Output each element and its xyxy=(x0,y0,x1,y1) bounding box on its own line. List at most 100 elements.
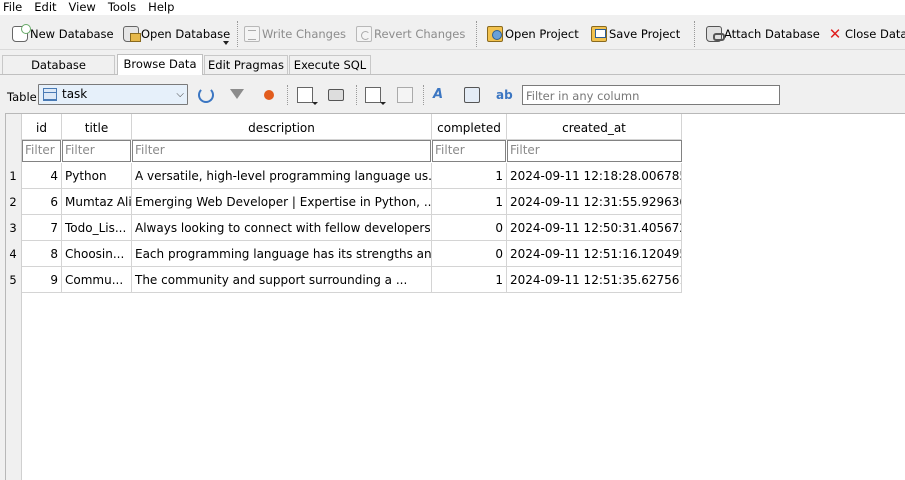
cell-description[interactable]: Always looking to connect with fellow de… xyxy=(132,215,432,241)
write-changes-icon xyxy=(244,26,260,42)
write-changes-button[interactable]: Write Changes xyxy=(244,23,346,45)
cell-id[interactable]: 9 xyxy=(22,267,62,293)
filter-input-created-at[interactable]: Filter xyxy=(507,140,682,162)
attach-database-label: Attach Database xyxy=(724,27,820,41)
filter-input-title[interactable]: Filter xyxy=(62,140,131,162)
cell-description[interactable]: A versatile, high-level programming lang… xyxy=(132,163,432,189)
close-database-label: Close Database xyxy=(845,27,905,41)
tab-bar: Database Structure Browse Data Edit Prag… xyxy=(0,54,905,90)
cell-completed[interactable]: 1 xyxy=(432,267,507,293)
main-toolbar: New Database Open Database Write Changes… xyxy=(0,17,905,50)
cell-completed[interactable]: 0 xyxy=(432,215,507,241)
row-number[interactable]: 2 xyxy=(6,195,20,209)
chevron-down-icon: ⌵ xyxy=(176,89,184,100)
close-icon: ✕ xyxy=(828,25,842,43)
toolbar-separator xyxy=(237,21,238,47)
cell-title[interactable]: Python xyxy=(62,163,132,189)
cell-title[interactable]: Commu... xyxy=(62,267,132,293)
tab-edit-pragmas[interactable]: Edit Pragmas xyxy=(204,55,288,74)
cell-created-at[interactable]: 2024-09-11 12:51:16.120495 xyxy=(507,241,682,267)
column-header-completed[interactable]: completed xyxy=(432,114,507,140)
menu-view[interactable]: View xyxy=(64,0,103,15)
revert-changes-button[interactable]: Revert Changes xyxy=(356,23,465,45)
cell-title[interactable]: Mumtaz Ali xyxy=(62,189,132,215)
toolbar-separator xyxy=(423,85,424,105)
attach-database-icon xyxy=(706,26,725,42)
cell-created-at[interactable]: 2024-09-11 12:18:28.006785 xyxy=(507,163,682,189)
delete-record-icon[interactable] xyxy=(397,87,413,103)
save-table-icon[interactable] xyxy=(297,87,313,103)
cell-description[interactable]: The community and support surrounding a … xyxy=(132,267,432,293)
tab-database-structure[interactable]: Database Structure xyxy=(2,55,115,90)
row-number[interactable]: 4 xyxy=(6,247,20,261)
menu-file[interactable]: File xyxy=(0,0,29,15)
toolbar-separator xyxy=(694,21,695,47)
cell-id[interactable]: 4 xyxy=(22,163,62,189)
write-changes-label: Write Changes xyxy=(262,27,347,41)
new-database-label: New Database xyxy=(30,27,114,41)
open-database-dropdown-arrow[interactable] xyxy=(223,41,229,45)
filter-input-id[interactable]: Filter xyxy=(22,140,61,162)
cell-created-at[interactable]: 2024-09-11 12:31:55.929636 xyxy=(507,189,682,215)
new-database-button[interactable]: New Database xyxy=(12,23,114,45)
cell-id[interactable]: 8 xyxy=(22,241,62,267)
save-table-dropdown-arrow[interactable] xyxy=(312,102,318,105)
column-header-description[interactable]: description xyxy=(132,114,432,140)
column-header-title[interactable]: title xyxy=(62,114,132,140)
menu-bar: File Edit View Tools Help xyxy=(0,0,905,15)
refresh-icon[interactable] xyxy=(198,87,214,103)
cell-completed[interactable]: 1 xyxy=(432,163,507,189)
open-database-button[interactable]: Open Database xyxy=(123,23,230,45)
menu-tools[interactable]: Tools xyxy=(103,0,143,15)
insert-record-icon[interactable] xyxy=(365,87,381,103)
open-database-label: Open Database xyxy=(141,27,231,41)
open-project-button[interactable]: Open Project xyxy=(487,23,579,45)
filter-input-description[interactable]: Filter xyxy=(132,140,431,162)
cell-created-at[interactable]: 2024-09-11 12:51:35.627561 xyxy=(507,267,682,293)
cell-title[interactable]: Choosin... xyxy=(62,241,132,267)
cell-completed[interactable]: 0 xyxy=(432,241,507,267)
text-format-icon[interactable]: ab xyxy=(496,87,513,103)
cell-title[interactable]: Todo_Lis... xyxy=(62,215,132,241)
toolbar-separator xyxy=(356,85,357,105)
tab-execute-sql[interactable]: Execute SQL xyxy=(289,55,371,74)
menu-edit[interactable]: Edit xyxy=(29,0,63,15)
revert-changes-label: Revert Changes xyxy=(374,27,466,41)
cell-created-at[interactable]: 2024-09-11 12:50:31.405672 xyxy=(507,215,682,241)
clear-filters-icon[interactable] xyxy=(230,89,244,99)
filter-any-column-input[interactable]: Filter in any column xyxy=(522,85,780,105)
save-project-label: Save Project xyxy=(609,27,681,41)
close-database-button[interactable]: ✕ Close Database xyxy=(827,23,905,45)
row-number[interactable]: 3 xyxy=(6,221,20,235)
table-select[interactable]: task ⌵ xyxy=(38,84,188,105)
column-header-created-at[interactable]: created_at xyxy=(507,114,682,140)
open-database-icon xyxy=(123,26,141,42)
browse-toolbar: Table: task ⌵ A ab Filter in any column xyxy=(0,75,905,113)
clear-sort-icon[interactable] xyxy=(264,90,274,100)
font-icon[interactable]: A xyxy=(433,87,449,103)
new-database-icon xyxy=(12,24,31,42)
column-header-id[interactable]: id xyxy=(22,114,62,140)
open-project-label: Open Project xyxy=(505,27,579,41)
row-number[interactable]: 5 xyxy=(6,273,20,287)
cell-completed[interactable]: 1 xyxy=(432,189,507,215)
insert-record-dropdown-arrow[interactable] xyxy=(380,102,386,105)
print-icon[interactable] xyxy=(328,89,344,101)
attach-database-button[interactable]: Attach Database xyxy=(706,23,820,45)
row-number[interactable]: 1 xyxy=(6,169,20,183)
cell-id[interactable]: 7 xyxy=(22,215,62,241)
save-project-icon xyxy=(591,26,607,42)
table-label: Table: xyxy=(7,90,41,104)
filter-input-completed[interactable]: Filter xyxy=(432,140,506,162)
save-project-button[interactable]: Save Project xyxy=(591,23,680,45)
table-icon xyxy=(43,88,57,101)
cell-description[interactable]: Emerging Web Developer | Expertise in Py… xyxy=(132,189,432,215)
toolbar-separator xyxy=(476,21,477,47)
toolbar-separator xyxy=(287,85,288,105)
cell-description[interactable]: Each programming language has its streng… xyxy=(132,241,432,267)
revert-changes-icon xyxy=(356,26,372,42)
null-value-icon[interactable] xyxy=(464,87,480,103)
cell-id[interactable]: 6 xyxy=(22,189,62,215)
tab-browse-data[interactable]: Browse Data xyxy=(117,54,203,75)
menu-help[interactable]: Help xyxy=(143,0,181,15)
